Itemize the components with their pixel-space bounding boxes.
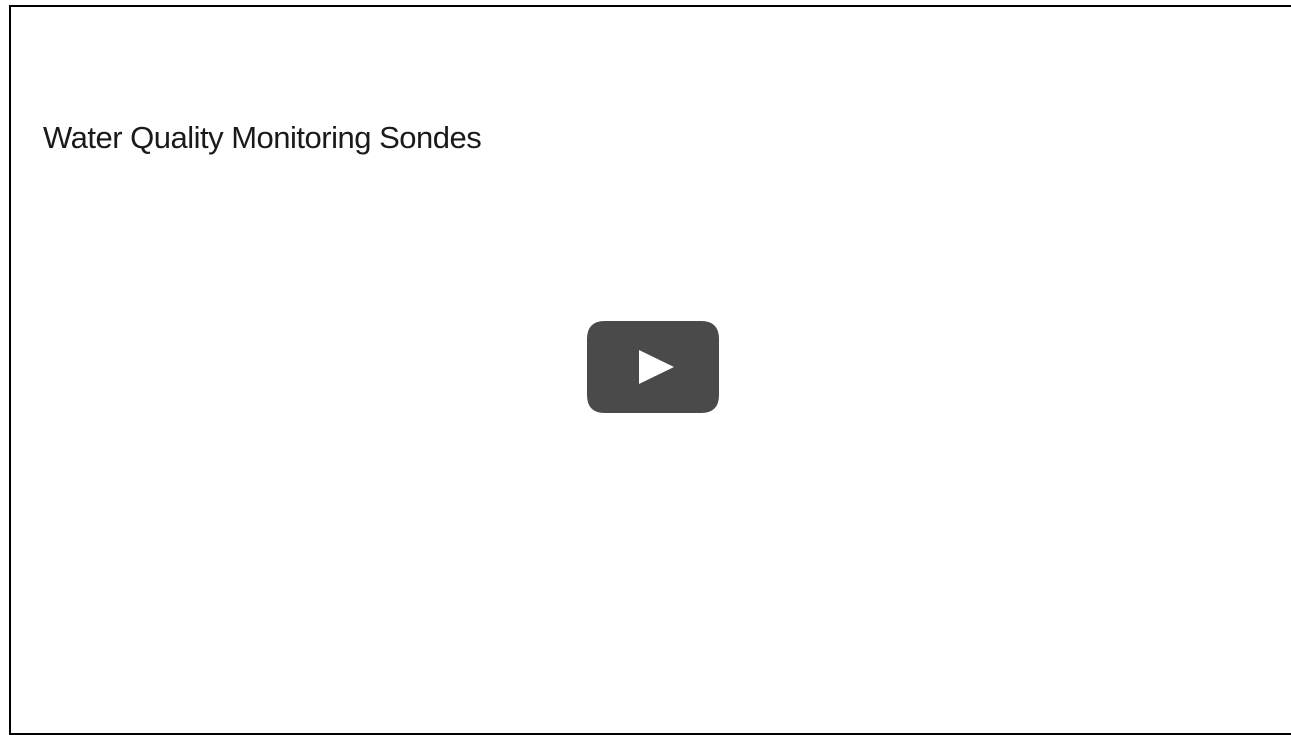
- play-button[interactable]: [585, 319, 721, 415]
- video-embed-frame[interactable]: Water Quality Monitoring Sondes: [9, 5, 1291, 735]
- video-title[interactable]: Water Quality Monitoring Sondes: [43, 120, 482, 156]
- play-icon: [587, 321, 719, 413]
